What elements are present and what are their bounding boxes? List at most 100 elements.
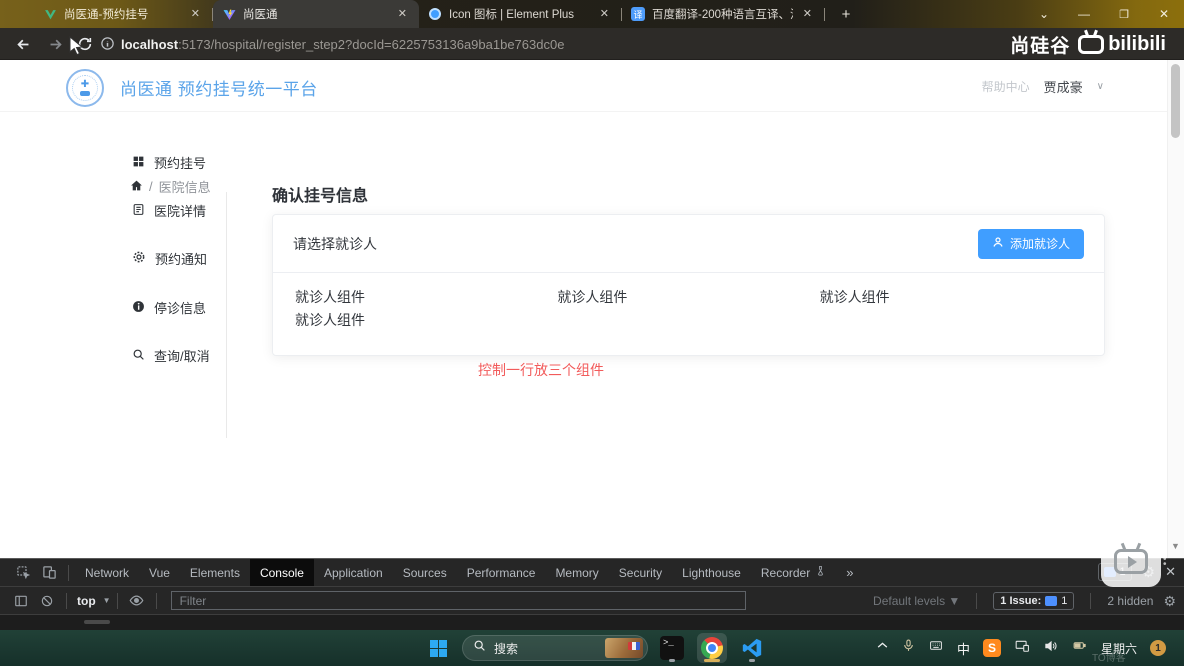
context-selector[interactable]: top — [77, 594, 96, 608]
restore-icon[interactable]: ❐ — [1104, 8, 1144, 21]
sidebar-item-suspension[interactable]: 停诊信息 — [132, 298, 206, 317]
notification-badge[interactable]: 1 — [1150, 640, 1166, 656]
sidebar-item-hospital-detail[interactable]: 医院详情 — [132, 201, 206, 220]
patient-component[interactable]: 就诊人组件 — [295, 309, 557, 331]
help-center-link[interactable]: 帮助中心 — [982, 78, 1030, 95]
home-icon[interactable] — [130, 179, 143, 195]
taskbar-center: 搜索 >_ — [425, 630, 765, 666]
sidebar-item-query-cancel[interactable]: 查询/取消 — [132, 346, 210, 365]
devtools-tab-memory[interactable]: Memory — [545, 559, 608, 586]
tab-close-icon[interactable]: ✕ — [395, 8, 410, 21]
devtools-tab-console[interactable]: Console — [250, 559, 314, 586]
breadcrumb-current: 医院信息 — [159, 177, 211, 196]
back-button[interactable] — [12, 33, 34, 55]
tab-close-icon[interactable]: ✕ — [597, 8, 612, 21]
live-expression-eye-icon[interactable] — [124, 590, 150, 612]
sidebar-divider — [226, 192, 227, 438]
faint-watermark: TO博客 — [1092, 649, 1126, 664]
grid-icon — [132, 155, 145, 171]
sidebar-item-notice[interactable]: 预约通知 — [132, 249, 207, 268]
microphone-icon[interactable] — [902, 638, 915, 658]
chrome-app-icon[interactable] — [696, 633, 728, 663]
horizontal-scroll-nub[interactable] — [84, 620, 110, 624]
browser-tab-4[interactable]: 译 百度翻译-200种语言互译、沟通 ✕ — [622, 0, 824, 28]
scrollbar-down-arrow[interactable]: ▼ — [1171, 541, 1180, 551]
add-patient-button[interactable]: 添加就诊人 — [978, 229, 1084, 259]
devtools-tab-security[interactable]: Security — [609, 559, 672, 586]
vscode-app-icon[interactable] — [739, 633, 765, 663]
battery-icon[interactable] — [1071, 639, 1088, 657]
player-dots-icon: ••• — [1163, 552, 1167, 567]
sidebar-item-label: 查询/取消 — [154, 346, 210, 365]
devtools-tab-application[interactable]: Application — [314, 559, 393, 586]
patient-component[interactable]: 就诊人组件 — [820, 286, 1082, 308]
search-highlight-image[interactable] — [605, 638, 643, 658]
tab-title: 尚医通-预约挂号 — [64, 6, 181, 22]
tab-close-icon[interactable]: ✕ — [188, 8, 203, 21]
bilibili-play-overlay[interactable] — [1101, 536, 1161, 587]
chevron-down-icon[interactable]: ∨ — [1097, 81, 1104, 92]
gear-icon — [132, 250, 146, 267]
element-plus-favicon-icon — [428, 7, 442, 21]
search-label: 搜索 — [494, 640, 605, 657]
devtools-tab-elements[interactable]: Elements — [180, 559, 250, 586]
browser-tab-2-active[interactable]: 尚医通 ✕ — [213, 0, 419, 28]
tab-title: Icon 图标 | Element Plus — [449, 6, 590, 22]
tab-close-icon[interactable]: ✕ — [800, 8, 815, 21]
baidu-translate-favicon-icon: 译 — [631, 7, 645, 21]
close-window-icon[interactable]: ✕ — [1144, 7, 1184, 21]
patient-card: 请选择就诊人 添加就诊人 就诊人组件 就诊人组件 就诊人组件 就诊人组件 — [272, 214, 1105, 356]
terminal-app-icon[interactable]: >_ — [659, 633, 685, 663]
page-title: 确认挂号信息 — [272, 182, 368, 206]
console-settings-icon[interactable]: ⚙ — [1163, 593, 1176, 610]
devtools-tab-performance[interactable]: Performance — [457, 559, 546, 586]
clear-console-icon[interactable] — [34, 590, 60, 612]
device-toolbar-icon[interactable] — [36, 562, 62, 584]
site-header: ✚ 尚医通 预约挂号统一平台 帮助中心 贾成豪 ∨ — [0, 60, 1184, 112]
devtools-tab-vue[interactable]: Vue — [139, 559, 180, 586]
more-tabs-button[interactable]: » — [836, 565, 863, 580]
issue-chat-icon — [1045, 596, 1057, 606]
search-icon — [132, 348, 145, 364]
ime-indicator[interactable]: 中 — [957, 639, 970, 658]
page-info-icon[interactable] — [100, 36, 115, 56]
touch-keyboard-icon[interactable] — [928, 639, 944, 657]
issues-counter[interactable]: 1 Issue: 1 — [993, 592, 1074, 610]
browser-tab-3[interactable]: Icon 图标 | Element Plus ✕ — [419, 0, 621, 28]
mouse-cursor — [68, 36, 85, 60]
toolbar-divider — [66, 593, 67, 609]
devtools-tab-recorder[interactable]: Recorder — [751, 559, 836, 586]
hidden-messages-label[interactable]: 2 hidden — [1107, 594, 1153, 608]
forward-button[interactable] — [44, 33, 66, 55]
devtools-tab-sources[interactable]: Sources — [393, 559, 457, 586]
speaker-icon[interactable] — [1043, 639, 1058, 658]
sidebar-item-register[interactable]: 预约挂号 — [132, 153, 206, 172]
console-filter-input[interactable] — [171, 591, 746, 610]
site-title: 尚医通 预约挂号统一平台 — [120, 75, 318, 100]
devtools-tab-network[interactable]: Network — [75, 559, 139, 586]
minimize-icon[interactable]: — — [1064, 7, 1104, 21]
browser-tab-1[interactable]: 尚医通-预约挂号 ✕ — [34, 0, 212, 28]
toolbar-divider — [976, 593, 977, 609]
console-output-area[interactable] — [0, 615, 1184, 630]
patient-component[interactable]: 就诊人组件 — [557, 286, 819, 308]
inspect-element-icon[interactable] — [10, 562, 36, 584]
console-sidebar-icon[interactable] — [8, 590, 34, 612]
start-button[interactable] — [425, 633, 451, 663]
tab-search-icon[interactable]: ⌄ — [1024, 7, 1064, 21]
cast-display-icon[interactable] — [1014, 639, 1030, 658]
new-tab-button[interactable]: + — [833, 0, 859, 28]
vue-favicon-icon — [43, 7, 57, 21]
default-levels-dropdown[interactable]: Default levels ▼ — [873, 594, 960, 608]
bilibili-tv-icon — [1078, 35, 1104, 54]
tray-expand-icon[interactable] — [876, 639, 889, 657]
address-bar[interactable]: localhost:5173/hospital/register_step2?d… — [121, 37, 564, 52]
username[interactable]: 贾成豪 — [1044, 77, 1083, 96]
sogou-input-icon[interactable]: S — [983, 639, 1001, 657]
devtools-tab-lighthouse[interactable]: Lighthouse — [672, 559, 751, 586]
taskbar-search[interactable]: 搜索 — [462, 635, 648, 661]
patient-component[interactable]: 就诊人组件 — [295, 286, 557, 308]
toolbar-divider — [117, 593, 118, 609]
scrollbar-thumb[interactable] — [1171, 64, 1180, 138]
toolbar-divider — [1090, 593, 1091, 609]
